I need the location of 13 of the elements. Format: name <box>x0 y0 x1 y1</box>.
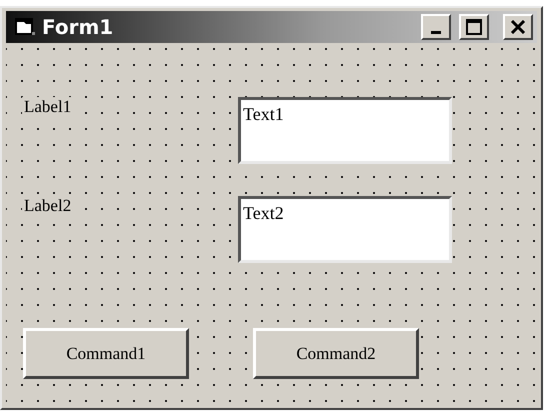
form-icon <box>14 17 36 37</box>
maximize-button[interactable] <box>459 14 489 40</box>
maximize-icon <box>466 19 482 35</box>
minimize-button[interactable] <box>421 14 451 40</box>
window-title: Form1 <box>42 15 114 39</box>
close-icon <box>510 20 526 34</box>
minimize-icon <box>431 30 441 34</box>
label: Label1 <box>22 97 74 117</box>
command-button[interactable]: Command2 <box>253 328 419 379</box>
close-button[interactable] <box>503 14 533 40</box>
command-button[interactable]: Command1 <box>23 328 189 379</box>
text-box[interactable]: Text1 <box>238 97 452 164</box>
text-box[interactable]: Text2 <box>238 196 452 263</box>
